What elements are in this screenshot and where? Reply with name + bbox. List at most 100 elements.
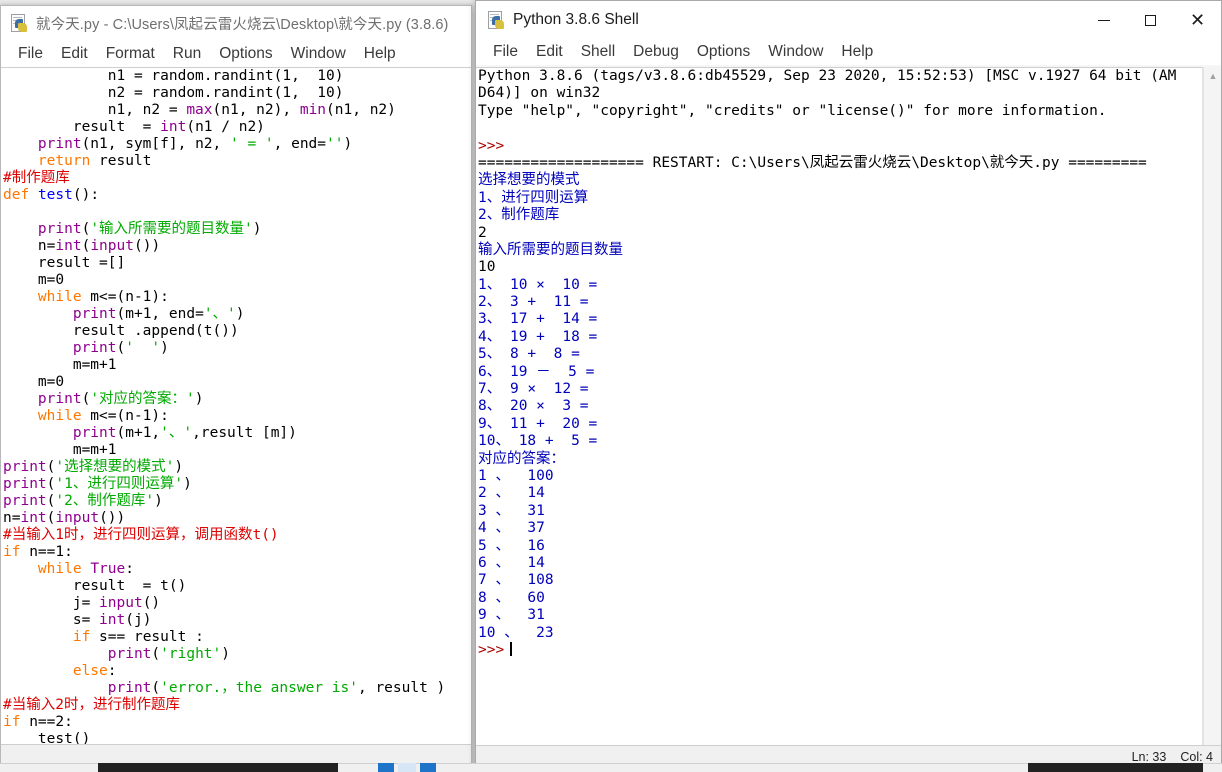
- shell-scrollbar[interactable]: ▲: [1203, 67, 1221, 745]
- code-line[interactable]: [1, 204, 471, 221]
- code-line[interactable]: j= input(): [1, 595, 471, 612]
- shell-input-prompt[interactable]: >>>: [478, 641, 1202, 659]
- code-line[interactable]: m=m+1: [1, 357, 471, 374]
- code-line[interactable]: print('1、进行四则运算'): [1, 476, 471, 493]
- taskbar-item-3[interactable]: [398, 763, 416, 772]
- code-token-plain: n==1:: [20, 544, 73, 560]
- code-line[interactable]: while True:: [1, 561, 471, 578]
- code-token-plain: (n1, sym[f], n2,: [81, 136, 230, 152]
- shell-output-line: 6、 19 － 5 =: [478, 363, 604, 380]
- editor-menu-run[interactable]: Run: [164, 45, 210, 63]
- taskbar-item-5[interactable]: [1028, 763, 1203, 772]
- code-line[interactable]: m=m+1: [1, 442, 471, 459]
- code-line[interactable]: while m<=(n-1):: [1, 289, 471, 306]
- desktop: 就今天.py - C:\Users\凤起云雷火烧云\Desktop\就今天.py…: [0, 0, 1222, 772]
- code-line[interactable]: n1, n2 = max(n1, n2), min(n1, n2): [1, 102, 471, 119]
- shell-output-line: 4 、 37: [478, 520, 545, 537]
- code-line[interactable]: print('对应的答案：'): [1, 391, 471, 408]
- minimize-icon[interactable]: [1080, 1, 1127, 39]
- editor-menu-format[interactable]: Format: [97, 45, 164, 63]
- code-token-bi: print: [107, 680, 152, 696]
- code-line[interactable]: #当输入1时，进行四则运算，调用函数t(): [1, 527, 471, 544]
- shell-menu-shell[interactable]: Shell: [572, 43, 624, 61]
- taskbar-item-4[interactable]: [420, 763, 436, 772]
- code-token-bi: print: [72, 425, 117, 441]
- code-line[interactable]: m=0: [1, 374, 471, 391]
- chevron-up-icon[interactable]: ▲: [1204, 67, 1222, 84]
- shell-output-area[interactable]: Python 3.8.6 (tags/v3.8.6:db45529, Sep 2…: [476, 67, 1203, 745]
- editor-menu-window[interactable]: Window: [282, 45, 355, 63]
- shell-menu-window[interactable]: Window: [759, 43, 832, 61]
- code-token-plain: n1 = random.randint(1, 10): [3, 68, 344, 84]
- editor-menu-file[interactable]: File: [9, 45, 52, 63]
- editor-menu-edit[interactable]: Edit: [52, 45, 97, 63]
- code-token-bi: input: [99, 595, 143, 611]
- editor-menu-help[interactable]: Help: [355, 45, 405, 63]
- code-line[interactable]: while m<=(n-1):: [1, 408, 471, 425]
- code-line[interactable]: print('2、制作题库'): [1, 493, 471, 510]
- idle-editor-window[interactable]: 就今天.py - C:\Users\凤起云雷火烧云\Desktop\就今天.py…: [0, 5, 472, 767]
- code-line[interactable]: result = int(n1 / n2): [1, 119, 471, 136]
- code-token-bi: int: [20, 510, 47, 526]
- code-line[interactable]: s= int(j): [1, 612, 471, 629]
- code-line[interactable]: print(n1, sym[f], n2, ' = ', end=''): [1, 136, 471, 153]
- code-line[interactable]: result =[]: [1, 255, 471, 272]
- code-line[interactable]: print(m+1, end='、'): [1, 306, 471, 323]
- code-line[interactable]: if n==1:: [1, 544, 471, 561]
- code-line[interactable]: print('选择想要的模式'): [1, 459, 471, 476]
- code-line[interactable]: m=0: [1, 272, 471, 289]
- code-token-def: if: [72, 629, 91, 645]
- shell-menu-debug[interactable]: Debug: [624, 43, 688, 61]
- shell-menu-file[interactable]: File: [484, 43, 527, 61]
- editor-menubar[interactable]: File Edit Format Run Options Window Help: [1, 41, 471, 67]
- taskbar-item-2[interactable]: [378, 763, 394, 772]
- code-line[interactable]: def test():: [1, 187, 471, 204]
- taskbar-item-1[interactable]: [98, 763, 338, 772]
- code-token-plain: (n1 / n2): [186, 119, 265, 135]
- editor-titlebar[interactable]: 就今天.py - C:\Users\凤起云雷火烧云\Desktop\就今天.py…: [1, 6, 471, 41]
- code-line[interactable]: if s== result :: [1, 629, 471, 646]
- code-line[interactable]: result .append(t()): [1, 323, 471, 340]
- editor-menu-options[interactable]: Options: [210, 45, 281, 63]
- code-line[interactable]: print('right'): [1, 646, 471, 663]
- code-line[interactable]: print('输入所需要的题目数量'): [1, 221, 471, 238]
- maximize-icon[interactable]: [1127, 1, 1174, 39]
- code-line[interactable]: else:: [1, 663, 471, 680]
- code-line[interactable]: return result: [1, 153, 471, 170]
- code-token-bi: input: [55, 510, 100, 526]
- code-token-plain: n==2:: [20, 714, 73, 730]
- code-line[interactable]: test(): [1, 731, 471, 744]
- window-controls[interactable]: ✕: [1080, 1, 1221, 39]
- shell-menubar[interactable]: File Edit Shell Debug Options Window Help: [476, 39, 1221, 65]
- python-shell-window[interactable]: Python 3.8.6 Shell ✕ File Edit Shell Debug O…: [475, 0, 1222, 768]
- shell-output-line: 2: [478, 224, 487, 241]
- code-line[interactable]: n1 = random.randint(1, 10): [1, 68, 471, 85]
- shell-output-line: 选择想要的模式: [478, 172, 580, 189]
- code-line[interactable]: print('error.，the answer is', result ): [1, 680, 471, 697]
- code-token-bi: print: [107, 646, 152, 662]
- shell-output-line: 9 、 31: [478, 607, 545, 624]
- shell-menu-edit[interactable]: Edit: [527, 43, 572, 61]
- code-token-bi: print: [72, 340, 117, 356]
- code-line[interactable]: if n==2:: [1, 714, 471, 731]
- editor-code-area[interactable]: n1 = random.randint(1, 10) n2 = random.r…: [1, 67, 471, 744]
- code-token-str: '选择想要的模式': [55, 459, 175, 475]
- windows-taskbar[interactable]: [0, 763, 1222, 772]
- code-token-str: 'right': [160, 646, 222, 662]
- code-line[interactable]: print(m+1,'、',result [m]): [1, 425, 471, 442]
- code-line[interactable]: #制作题库: [1, 170, 471, 187]
- code-line[interactable]: print(' '): [1, 340, 471, 357]
- code-line[interactable]: n=int(input()): [1, 510, 471, 527]
- code-line[interactable]: n=int(input()): [1, 238, 471, 255]
- code-token-plain: m=m+1: [3, 442, 117, 458]
- shell-titlebar[interactable]: Python 3.8.6 Shell ✕: [476, 1, 1221, 39]
- shell-menu-options[interactable]: Options: [688, 43, 759, 61]
- shell-menu-help[interactable]: Help: [832, 43, 882, 61]
- shell-output-line: 8、 20 × 3 =: [478, 398, 598, 415]
- code-token-plain: ): [160, 340, 169, 356]
- close-icon[interactable]: ✕: [1174, 1, 1221, 39]
- code-line[interactable]: n2 = random.randint(1, 10): [1, 85, 471, 102]
- code-line[interactable]: #当输入2时，进行制作题库: [1, 697, 471, 714]
- code-line[interactable]: result = t(): [1, 578, 471, 595]
